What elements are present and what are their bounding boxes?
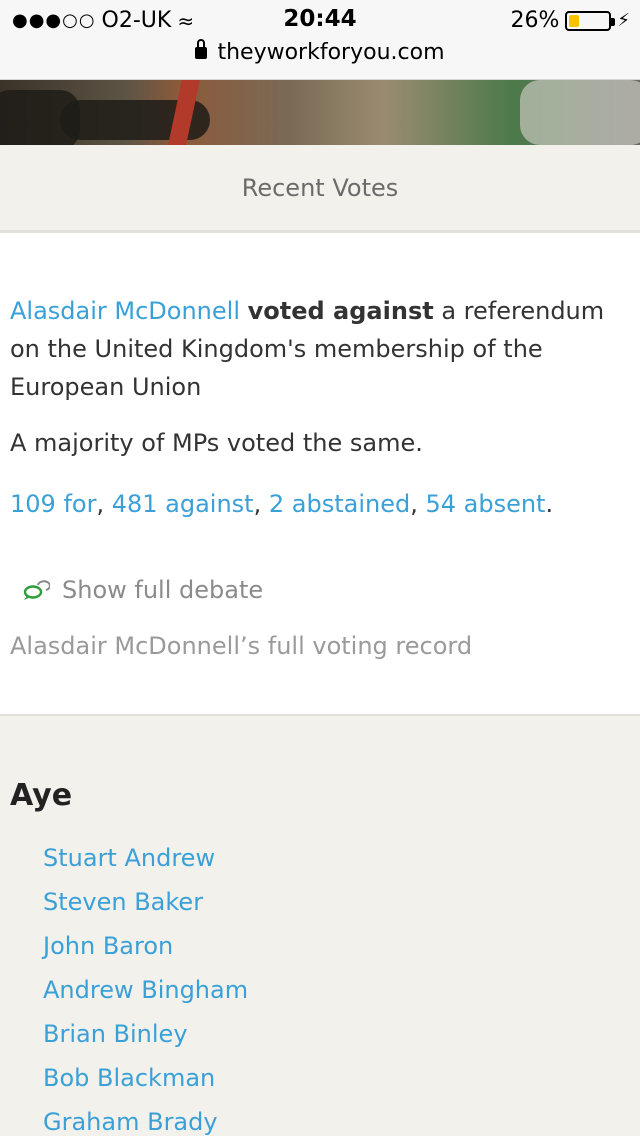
- aye-member-list: Stuart Andrew Steven Baker John Baron An…: [43, 842, 248, 1136]
- battery-level: [569, 14, 580, 27]
- majority-note: A majority of MPs voted the same.: [10, 429, 423, 457]
- url-text: theyworkforyou.com: [217, 40, 445, 65]
- aye-heading: Aye: [10, 778, 73, 813]
- lock-icon: [195, 39, 208, 59]
- aye-member-link[interactable]: Steven Baker: [43, 886, 248, 930]
- aye-member-link[interactable]: Graham Brady: [43, 1106, 248, 1136]
- charging-icon: ⚡: [617, 10, 630, 31]
- tally-abstained-link[interactable]: 2 abstained: [269, 490, 410, 518]
- aye-section: Aye Stuart Andrew Steven Baker John Baro…: [0, 714, 640, 1136]
- vote-summary: Alasdair McDonnell voted against a refer…: [10, 292, 630, 406]
- section-title: Recent Votes: [0, 145, 640, 233]
- full-voting-record-link[interactable]: Alasdair McDonnell’s full voting record: [10, 632, 472, 660]
- mp-name-link[interactable]: Alasdair McDonnell: [10, 297, 240, 325]
- show-full-debate-label: Show full debate: [62, 576, 264, 604]
- aye-member-link[interactable]: Brian Binley: [43, 1018, 248, 1062]
- header-banner-image: [0, 80, 640, 145]
- battery-info: 26% ⚡: [510, 8, 630, 33]
- url-bar[interactable]: theyworkforyou.com: [0, 39, 640, 65]
- aye-member-link[interactable]: John Baron: [43, 930, 248, 974]
- aye-member-link[interactable]: Bob Blackman: [43, 1062, 248, 1106]
- battery-percent: 26%: [510, 8, 560, 33]
- battery-icon: [565, 10, 616, 31]
- tally-absent-link[interactable]: 54 absent: [425, 490, 545, 518]
- status-bar: ●●●○○ O2-UK ≈ 20:44 26% ⚡ theyworkforyou…: [0, 0, 640, 80]
- vote-tallies: 109 for, 481 against, 2 abstained, 54 ab…: [10, 490, 554, 518]
- tally-for-link[interactable]: 109 for: [10, 490, 96, 518]
- tally-against-link[interactable]: 481 against: [112, 490, 254, 518]
- show-full-debate-link[interactable]: Show full debate: [22, 576, 263, 604]
- aye-member-link[interactable]: Andrew Bingham: [43, 974, 248, 1018]
- vote-verb: voted against: [247, 297, 434, 325]
- vote-sentence: Alasdair McDonnell voted against a refer…: [10, 292, 630, 406]
- speech-bubbles-icon: [23, 580, 50, 600]
- aye-member-link[interactable]: Stuart Andrew: [43, 842, 248, 886]
